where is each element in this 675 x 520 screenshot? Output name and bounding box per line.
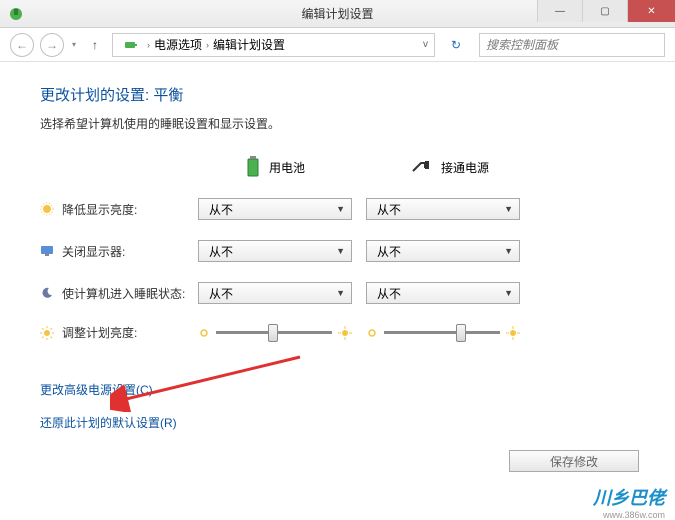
monitor-icon <box>40 244 54 258</box>
bright-battery-slider[interactable] <box>198 326 352 340</box>
back-button[interactable]: ← <box>10 33 34 57</box>
nav-bar: ← → ▾ ↑ › 电源选项 › 编辑计划设置 v ↻ 搜索控制面板 <box>0 28 675 62</box>
off-label: 关闭显示器: <box>62 243 125 260</box>
sun-small-icon <box>198 327 210 339</box>
col-plugged-label: 接通电源 <box>441 159 489 176</box>
app-icon <box>8 6 24 22</box>
sun-icon <box>40 326 54 340</box>
watermark-logo: 川乡巴佬 <box>593 484 665 510</box>
breadcrumb-item-power-options[interactable]: 电源选项 <box>154 36 202 53</box>
chevron-down-icon: ▼ <box>504 204 513 214</box>
save-button[interactable]: 保存修改 <box>509 450 639 472</box>
breadcrumb-sep: › <box>206 40 209 50</box>
row-brightness: 调整计划亮度: <box>40 324 635 341</box>
breadcrumb-item-edit-plan[interactable]: 编辑计划设置 <box>213 36 285 53</box>
slider-track[interactable] <box>384 331 500 334</box>
sun-large-icon <box>506 326 520 340</box>
links-section: 更改高级电源设置(C) 还原此计划的默认设置(R) <box>40 381 635 431</box>
chevron-down-icon: ▼ <box>336 246 345 256</box>
address-dropdown-icon[interactable]: v <box>423 39 428 50</box>
restore-defaults-link[interactable]: 还原此计划的默认设置(R) <box>40 414 635 431</box>
sun-small-icon <box>366 327 378 339</box>
power-plan-icon <box>123 37 139 53</box>
column-headers: 用电池 接通电源 <box>40 156 635 178</box>
dim-label: 降低显示亮度: <box>62 201 137 218</box>
advanced-settings-link[interactable]: 更改高级电源设置(C) <box>40 381 635 398</box>
search-input[interactable]: 搜索控制面板 <box>479 33 665 57</box>
watermark-url: www.386w.com <box>603 510 665 520</box>
up-button[interactable]: ↑ <box>84 34 106 56</box>
close-button[interactable]: ✕ <box>627 0 675 22</box>
off-plugged-select[interactable]: 从不 ▼ <box>366 240 520 262</box>
sleep-label: 使计算机进入睡眠状态: <box>62 285 185 302</box>
refresh-button[interactable]: ↻ <box>445 34 467 56</box>
sleep-battery-select[interactable]: 从不 ▼ <box>198 282 352 304</box>
slider-thumb[interactable] <box>268 324 278 342</box>
col-battery-label: 用电池 <box>269 159 305 176</box>
dim-icon <box>40 202 54 216</box>
maximize-button[interactable]: ▢ <box>582 0 627 22</box>
title-bar: 编辑计划设置 — ▢ ✕ <box>0 0 675 28</box>
battery-icon <box>245 156 261 178</box>
off-battery-select[interactable]: 从不 ▼ <box>198 240 352 262</box>
chevron-down-icon: ▼ <box>504 246 513 256</box>
search-placeholder: 搜索控制面板 <box>486 36 558 53</box>
dim-plugged-select[interactable]: 从不 ▼ <box>366 198 520 220</box>
moon-icon <box>40 286 54 300</box>
window-title: 编辑计划设置 <box>301 5 373 22</box>
address-bar[interactable]: › 电源选项 › 编辑计划设置 v <box>112 33 435 57</box>
row-turn-off-display: 关闭显示器: 从不 ▼ 从不 ▼ <box>40 240 635 262</box>
slider-thumb[interactable] <box>456 324 466 342</box>
breadcrumb-sep: › <box>147 40 150 50</box>
slider-track[interactable] <box>216 331 332 334</box>
bright-plugged-slider[interactable] <box>366 326 520 340</box>
minimize-button[interactable]: — <box>537 0 582 22</box>
dim-battery-select[interactable]: 从不 ▼ <box>198 198 352 220</box>
page-title: 更改计划的设置: 平衡 <box>40 84 635 105</box>
chevron-down-icon: ▼ <box>336 288 345 298</box>
row-dim-display: 降低显示亮度: 从不 ▼ 从不 ▼ <box>40 198 635 220</box>
sun-large-icon <box>338 326 352 340</box>
bright-label: 调整计划亮度: <box>62 324 137 341</box>
forward-button[interactable]: → <box>40 33 64 57</box>
plug-icon <box>411 159 433 175</box>
chevron-down-icon: ▼ <box>504 288 513 298</box>
chevron-down-icon: ▼ <box>336 204 345 214</box>
history-dropdown[interactable]: ▾ <box>70 40 78 49</box>
sleep-plugged-select[interactable]: 从不 ▼ <box>366 282 520 304</box>
row-sleep: 使计算机进入睡眠状态: 从不 ▼ 从不 ▼ <box>40 282 635 304</box>
page-subtitle: 选择希望计算机使用的睡眠设置和显示设置。 <box>40 115 635 132</box>
window-controls: — ▢ ✕ <box>537 0 675 22</box>
content-area: 更改计划的设置: 平衡 选择希望计算机使用的睡眠设置和显示设置。 用电池 接通电… <box>0 62 675 469</box>
